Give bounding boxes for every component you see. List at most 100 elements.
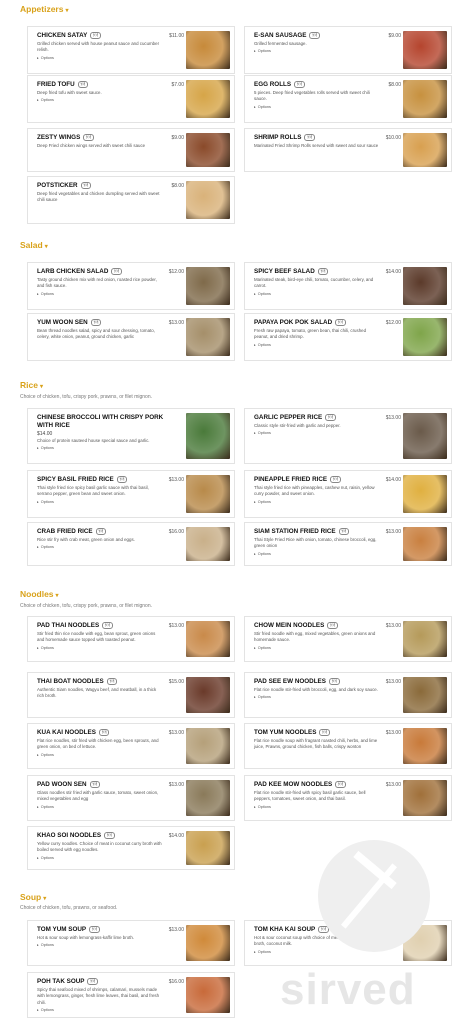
menu-item-photo[interactable] bbox=[403, 677, 447, 713]
options-toggle[interactable]: ▸ Options bbox=[254, 646, 397, 650]
menu-item-photo[interactable] bbox=[403, 621, 447, 657]
menu-item-photo[interactable] bbox=[186, 728, 230, 764]
menu-item-name: Egg Rolls 🍽 bbox=[254, 81, 397, 89]
menu-item-card[interactable]: Khao Soi Noodles 🍽 Yellow curry noodles. C… bbox=[27, 826, 235, 870]
menu-item-card[interactable]: Pad Thai Noodles 🍽 Stir fried thin rice no… bbox=[27, 616, 235, 662]
menu-item-card[interactable]: Papaya Pok Pok Salad 🍽 Fresh raw papaya, t… bbox=[244, 313, 452, 361]
menu-item-photo[interactable] bbox=[186, 80, 230, 118]
menu-item-photo[interactable] bbox=[186, 677, 230, 713]
menu-item-photo[interactable] bbox=[186, 31, 230, 69]
chevron-down-icon[interactable]: ▾ bbox=[40, 384, 43, 390]
menu-item-card[interactable]: Crab Fried Rice 🍽 Rice stir fry with crab … bbox=[27, 522, 235, 566]
menu-item-photo[interactable] bbox=[186, 977, 230, 1013]
menu-item-photo[interactable] bbox=[186, 413, 230, 459]
menu-item-card[interactable]: Kua Kai Noodles 🍽 Flat rice noodles, stir … bbox=[27, 723, 235, 769]
menu-item-card[interactable]: Pad Woon Sen 🍽 Glass noodles stir fried wi… bbox=[27, 775, 235, 821]
menu-item-card[interactable]: Poh Tak Soup 🍽 Spicy thai seafood mixed of… bbox=[27, 972, 235, 1018]
caret-right-icon: ▸ bbox=[254, 949, 256, 954]
menu-item-card[interactable]: Spicy Beef Salad 🍽 Marinated steak, bird-e… bbox=[244, 262, 452, 310]
menu-item-photo[interactable] bbox=[403, 267, 447, 305]
chevron-down-icon[interactable]: ▾ bbox=[56, 593, 59, 599]
menu-item-card[interactable]: Spicy Basil Fried Rice 🍽 Thai style fried … bbox=[27, 470, 235, 518]
menu-item-card[interactable]: Tom Yum Soup 🍽 Hot & sour soup with lemong… bbox=[27, 920, 235, 966]
options-toggle[interactable]: ▸ Options bbox=[37, 98, 180, 102]
menu-item-photo[interactable] bbox=[186, 267, 230, 305]
options-toggle[interactable]: ▸ Options bbox=[37, 446, 180, 450]
caret-right-icon: ▸ bbox=[37, 545, 39, 550]
menu-item-photo[interactable] bbox=[403, 31, 447, 69]
options-toggle[interactable]: ▸ Options bbox=[254, 431, 397, 435]
menu-item-photo[interactable] bbox=[186, 181, 230, 219]
options-toggle[interactable]: ▸ Options bbox=[37, 1008, 180, 1012]
menu-item-photo[interactable] bbox=[403, 475, 447, 513]
menu-item-card[interactable]: Garlic Pepper Rice 🍽 Classic style stir-fr… bbox=[244, 408, 452, 464]
options-toggle[interactable]: ▸ Options bbox=[37, 56, 180, 60]
menu-item-photo[interactable] bbox=[186, 133, 230, 167]
menu-item-description: Thai style fried rice spicy basil garlic… bbox=[37, 485, 149, 497]
options-toggle[interactable]: ▸ Options bbox=[37, 943, 180, 947]
chevron-down-icon[interactable]: ▾ bbox=[65, 8, 68, 14]
menu-item-photo[interactable] bbox=[403, 318, 447, 356]
options-toggle[interactable]: ▸ Options bbox=[254, 500, 397, 504]
menu-item-card[interactable]: Potsticker 🍽 Deep fried vegetables and chi… bbox=[27, 176, 235, 224]
menu-item-card[interactable]: Siam Station Fried Rice 🍽 Thai Style Fried… bbox=[244, 522, 452, 566]
menu-item-card[interactable]: Chicken Satay 🍽 Grilled chicken served wit… bbox=[27, 26, 235, 74]
options-toggle[interactable]: ▸ Options bbox=[254, 49, 397, 53]
options-toggle[interactable]: ▸ Options bbox=[254, 343, 397, 347]
options-toggle[interactable]: ▸ Options bbox=[37, 646, 180, 650]
menu-item-photo[interactable] bbox=[403, 780, 447, 816]
options-toggle[interactable]: ▸ Options bbox=[254, 552, 397, 556]
section-title[interactable]: Noodles ▾ bbox=[20, 589, 59, 599]
menu-item-price: $13.00 bbox=[168, 320, 184, 326]
menu-item-photo[interactable] bbox=[403, 80, 447, 118]
section-title[interactable]: Appetizers ▾ bbox=[20, 4, 68, 14]
menu-item-photo[interactable] bbox=[403, 527, 447, 561]
menu-item-card[interactable]: Zesty Wings 🍽 Deep Fried chicken wings ser… bbox=[27, 128, 235, 172]
section-title[interactable]: Salad ▾ bbox=[20, 240, 48, 250]
menu-item-photo[interactable] bbox=[186, 780, 230, 816]
menu-item-card[interactable]: Shrimp Rolls 🍽 Marinated Fried Shrimp Roll… bbox=[244, 128, 452, 172]
menu-item-card[interactable]: Yum Woon Sen 🍽 Bean thread noodles salad, … bbox=[27, 313, 235, 361]
menu-item-card[interactable]: Chinese Broccoli with Crispy Pork with R… bbox=[27, 408, 235, 464]
menu-item-card[interactable]: Thai Boat Noodles 🍽 Authentic Siam noodles… bbox=[27, 672, 235, 718]
menu-item-card[interactable]: Larb Chicken Salad 🍽 Tasty ground chicken … bbox=[27, 262, 235, 310]
options-toggle[interactable]: ▸ Options bbox=[254, 805, 397, 809]
menu-item-card[interactable]: Chow Mein Noodles 🍽 Stir fried noodle with… bbox=[244, 616, 452, 662]
options-toggle[interactable]: ▸ Options bbox=[37, 753, 180, 757]
menu-item-card[interactable]: Pad See Ew Noodles 🍽 Flat rice noodle stir… bbox=[244, 672, 452, 718]
menu-item-card[interactable]: Tom Yum Noodles 🍽 Flat rice noodle soup wi… bbox=[244, 723, 452, 769]
menu-item-photo[interactable] bbox=[186, 475, 230, 513]
menu-item-card[interactable]: E-San Sausage 🍽 Grilled fermented sausage.… bbox=[244, 26, 452, 74]
dietary-tag-icon: 🍽 bbox=[90, 319, 102, 326]
options-toggle[interactable]: ▸ Options bbox=[37, 292, 180, 296]
menu-item-photo[interactable] bbox=[186, 527, 230, 561]
menu-item-name: Spicy Beef Salad 🍽 bbox=[254, 268, 397, 276]
options-toggle[interactable]: ▸ Options bbox=[254, 695, 397, 699]
chevron-down-icon[interactable]: ▾ bbox=[45, 244, 48, 250]
menu-item-price: $13.00 bbox=[168, 782, 184, 788]
menu-item-card[interactable]: Fried Tofu 🍽 Deep fried tofu with sweet sa… bbox=[27, 75, 235, 123]
options-toggle[interactable]: ▸ Options bbox=[37, 805, 180, 809]
chevron-down-icon[interactable]: ▾ bbox=[43, 896, 46, 902]
options-toggle[interactable]: ▸ Options bbox=[37, 545, 180, 549]
options-toggle[interactable]: ▸ Options bbox=[37, 856, 180, 860]
menu-item-card[interactable]: Pad Kee Mow Noodles 🍽 Flat rice noodle sti… bbox=[244, 775, 452, 821]
options-toggle[interactable]: ▸ Options bbox=[254, 105, 397, 109]
menu-item-photo[interactable] bbox=[186, 318, 230, 356]
menu-item-photo[interactable] bbox=[186, 831, 230, 865]
menu-item-photo[interactable] bbox=[186, 925, 230, 961]
dietary-tag-icon: 🍽 bbox=[111, 268, 122, 275]
menu-item-photo[interactable] bbox=[186, 621, 230, 657]
menu-item-photo[interactable] bbox=[403, 413, 447, 459]
menu-item-price: $13.00 bbox=[168, 927, 184, 933]
section-subtitle: Choice of chicken, tofu, crispy pork, pr… bbox=[20, 394, 153, 400]
section-title[interactable]: Rice ▾ bbox=[20, 380, 43, 390]
menu-item-name: Papaya Pok Pok Salad 🍽 bbox=[254, 319, 397, 327]
options-toggle[interactable]: ▸ Options bbox=[37, 500, 180, 504]
options-toggle[interactable]: ▸ Options bbox=[254, 292, 397, 296]
section-title[interactable]: Soup ▾ bbox=[20, 892, 46, 902]
menu-item-photo[interactable] bbox=[403, 133, 447, 167]
menu-item-card[interactable]: Pineapple Fried Rice 🍽 Thai style fried ri… bbox=[244, 470, 452, 518]
menu-item-photo[interactable] bbox=[403, 728, 447, 764]
menu-item-card[interactable]: Egg Rolls 🍽 5 pieces. Deep fried vegetable… bbox=[244, 75, 452, 123]
